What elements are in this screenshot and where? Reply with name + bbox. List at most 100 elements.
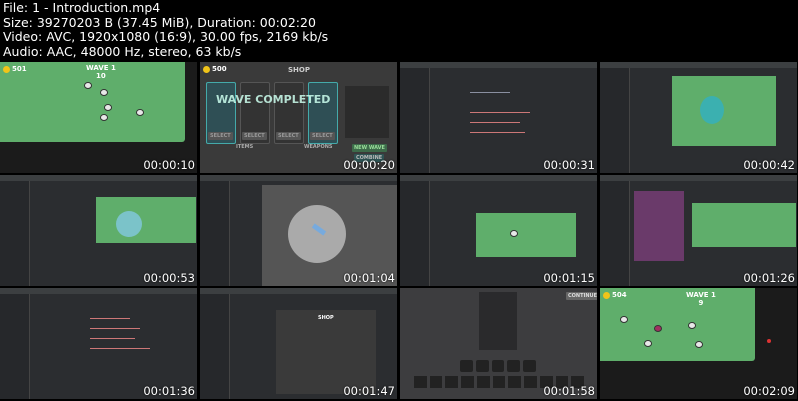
file-size: Size: 39270203 B (37.45 MiB), Duration: …: [3, 14, 316, 30]
enemy: [100, 89, 108, 96]
enemy: [84, 82, 92, 89]
code-line: [470, 112, 530, 113]
coin-value: 500: [212, 65, 227, 73]
select-button[interactable]: SELECT: [208, 132, 233, 140]
weapon-slot[interactable]: [414, 376, 427, 388]
select-button[interactable]: SELECT: [276, 132, 301, 140]
game-viewport: [476, 213, 576, 257]
code-line: [470, 132, 525, 133]
select-button[interactable]: SELECT: [310, 132, 335, 140]
timestamp: 00:00:53: [143, 271, 195, 285]
coin-icon: [3, 65, 10, 73]
video-info: Video: AVC, 1920x1080 (16:9), 30.00 fps,…: [3, 29, 329, 44]
shop-title: SHOP: [288, 66, 310, 74]
character-row: [460, 360, 536, 372]
character-slot[interactable]: [491, 360, 505, 372]
audio-info: Audio: AAC, 48000 Hz, stereo, 63 kb/s: [3, 43, 242, 59]
player: [695, 341, 703, 348]
enemy: [136, 109, 144, 116]
file-name: File: 1 - Introduction.mp4: [3, 0, 161, 15]
inspector-panel: [634, 191, 684, 261]
character-slot[interactable]: [507, 360, 521, 372]
coin-value: 501: [12, 65, 27, 73]
timestamp: 00:01:47: [343, 384, 395, 398]
game-viewport: [672, 76, 776, 146]
new-wave-button[interactable]: NEW WAVE: [352, 144, 387, 152]
player: [510, 230, 518, 237]
thumbnail-8[interactable]: 00:01:26: [600, 175, 797, 286]
select-button[interactable]: SELECT: [242, 132, 267, 140]
thumbnail-4[interactable]: 00:00:42: [600, 62, 797, 173]
thumbnail-12[interactable]: 504 WAVE 19 00:02:09: [600, 288, 797, 399]
timestamp: 00:01:26: [743, 271, 795, 285]
code-line: [90, 328, 140, 329]
continue-button[interactable]: CONTINUE: [566, 292, 597, 300]
timestamp: 00:01:15: [543, 271, 595, 285]
code-line: [470, 122, 520, 123]
thumbnail-10[interactable]: SHOP 00:01:47: [200, 288, 397, 399]
file-info: File: 1 - Introduction.mp4 Size: 3927020…: [3, 0, 329, 59]
coin-counter: 500: [203, 65, 227, 73]
thumbnail-3[interactable]: 00:00:31: [400, 62, 597, 173]
area-effect: [700, 96, 724, 124]
character-slot[interactable]: [523, 360, 536, 372]
player: [100, 114, 108, 121]
weapon-slot[interactable]: [524, 376, 537, 388]
weapons-label: WEAPONS: [304, 144, 333, 150]
game-viewport: [96, 197, 196, 243]
shop-panel: [479, 292, 517, 350]
thumbnail-1[interactable]: 501 WAVE 1 10 00:00:10: [0, 62, 197, 173]
code-line: [90, 348, 150, 349]
weapon-slot[interactable]: [508, 376, 522, 388]
editor-sidebar: [400, 68, 430, 173]
weapon-slot[interactable]: [445, 376, 459, 388]
code-line: [90, 338, 135, 339]
wave-title: WAVE 1: [86, 64, 116, 72]
thumbnail-7[interactable]: 00:01:15: [400, 175, 597, 286]
wave-label: WAVE 1 10: [86, 64, 116, 80]
code-line: [90, 318, 130, 319]
timestamp: 00:01:04: [343, 271, 395, 285]
coin-icon: [603, 291, 610, 299]
thumbnail-5[interactable]: 00:00:53: [0, 175, 197, 286]
coin-counter: 501: [3, 65, 27, 73]
area-effect: [116, 211, 142, 237]
timestamp: 00:00:42: [743, 158, 795, 172]
weapon-slot[interactable]: [461, 376, 474, 388]
coin-counter: 504: [603, 291, 627, 299]
editor-sidebar: [0, 181, 30, 286]
enemy: [688, 322, 696, 329]
thumbnail-2[interactable]: 500 SHOP WAVE COMPLETED SELECT SELECT SE…: [200, 62, 397, 173]
wave-label: WAVE 19: [686, 291, 716, 307]
weapon-slot[interactable]: [492, 376, 506, 388]
timestamp: 00:01:36: [143, 384, 195, 398]
editor-sidebar: [0, 294, 30, 399]
timestamp: 00:00:20: [343, 158, 395, 172]
coin-value: 504: [612, 291, 627, 299]
enemy: [644, 340, 652, 347]
timestamp: 00:00:31: [543, 158, 595, 172]
shop-title: SHOP: [318, 315, 334, 321]
coin-icon: [203, 65, 210, 73]
enemy: [104, 104, 112, 111]
sprite-preview: [288, 205, 346, 263]
editor-sidebar: [200, 294, 230, 399]
character-slot[interactable]: [460, 360, 473, 372]
game-viewport: [692, 203, 796, 247]
thumbnail-6[interactable]: 00:01:04: [200, 175, 397, 286]
thumbnail-11[interactable]: CONTINUE 00:01:58: [400, 288, 597, 399]
editor-sidebar: [600, 68, 630, 173]
offscreen-marker: [767, 339, 771, 343]
wave-count: 10: [96, 72, 106, 80]
character-slot[interactable]: [475, 360, 489, 372]
shop-panel: [276, 310, 376, 394]
items-label: ITEMS: [236, 144, 254, 150]
wave-count: 9: [698, 299, 704, 307]
editor-sidebar: [400, 181, 430, 286]
weapon-slot[interactable]: [476, 376, 490, 388]
thumbnail-9[interactable]: 00:01:36: [0, 288, 197, 399]
weapon-slot[interactable]: [429, 376, 443, 388]
editor-sidebar: [200, 181, 230, 286]
code-line: [470, 92, 510, 93]
stats-panel: [345, 86, 389, 138]
